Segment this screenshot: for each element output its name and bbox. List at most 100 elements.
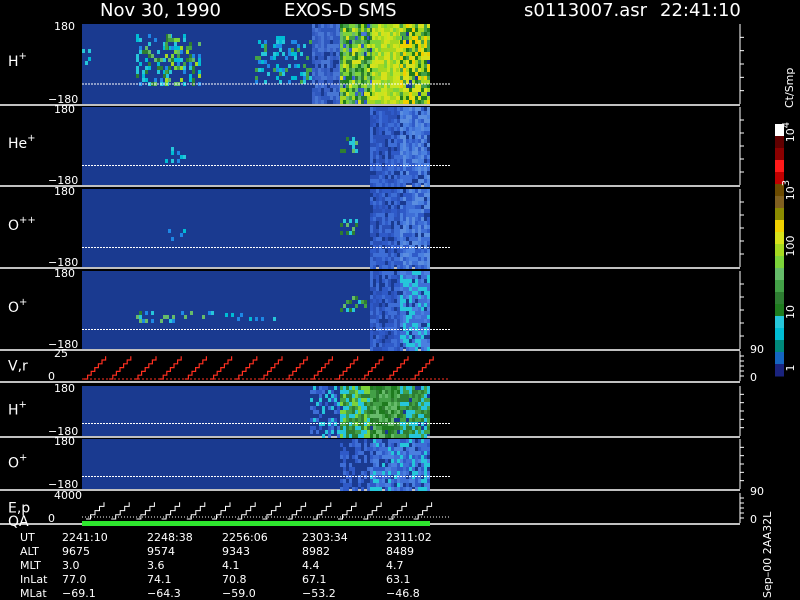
heatmap-cell: [403, 80, 406, 84]
heatmap-cell: [336, 36, 339, 40]
heatmap-cell: [346, 414, 349, 418]
heatmap-cell: [388, 217, 391, 221]
heatmap-cell: [403, 167, 406, 171]
colorbar-tick: 100: [784, 236, 797, 257]
heatmap-cell: [406, 225, 409, 229]
heatmap-cell: [318, 48, 321, 52]
heatmap-cell: [361, 479, 364, 483]
heatmap-cell: [367, 394, 370, 398]
heatmap-cell: [367, 32, 370, 36]
heatmap-cell: [340, 100, 343, 104]
heatmap-cell: [403, 339, 406, 343]
heatmap-cell: [343, 398, 346, 402]
heatmap-cell: [412, 479, 415, 483]
heatmap-cell: [421, 40, 424, 44]
colorbar-segment: [775, 244, 784, 257]
heatmap-cell: [415, 123, 418, 127]
heatmap-cell: [415, 430, 418, 434]
heatmap-cell: [387, 40, 390, 44]
heatmap-cell: [421, 64, 424, 68]
heatmap-cell: [303, 44, 306, 48]
heatmap-cell: [424, 303, 427, 307]
heatmap-cell: [403, 303, 406, 307]
heatmap-cell: [400, 175, 403, 179]
heatmap-cell: [400, 48, 403, 52]
heatmap-cell: [376, 171, 379, 175]
heatmap-cell: [379, 271, 382, 275]
heatmap-cell: [315, 68, 318, 72]
heatmap-cell: [330, 56, 333, 60]
heatmap-cell: [388, 189, 391, 193]
heatmap-cell: [421, 92, 424, 96]
heatmap-cell: [421, 390, 424, 394]
heatmap-cell: [370, 307, 373, 311]
heatmap-cell: [409, 265, 412, 269]
heatmap-cell: [312, 68, 315, 72]
footer-cell: 9343: [222, 545, 250, 558]
heatmap-cell: [412, 253, 415, 257]
heatmap-cell: [385, 253, 388, 257]
heatmap-cell: [184, 315, 187, 319]
heatmap-cell: [412, 197, 415, 201]
heatmap-cell: [172, 315, 175, 319]
heatmap-cell: [379, 430, 382, 434]
heatmap-cell: [409, 221, 412, 225]
heatmap-cell: [154, 58, 157, 62]
heatmap-cell: [372, 36, 375, 40]
heatmap-cell: [378, 80, 381, 84]
heatmap-cell: [358, 394, 361, 398]
heatmap-cell: [328, 406, 331, 410]
heatmap-cell: [409, 418, 412, 422]
heatmap-cell: [424, 123, 427, 127]
heatmap-cell: [382, 343, 385, 347]
heatmap-cell: [376, 287, 379, 291]
heatmap-cell: [406, 331, 409, 335]
heatmap-cell: [352, 84, 355, 88]
heatmap-cell: [165, 159, 168, 163]
heatmap-cell: [376, 439, 379, 443]
heatmap-cell: [157, 70, 160, 74]
heatmap-cell: [396, 28, 399, 32]
heatmap-cell: [390, 24, 393, 28]
heatmap-cell: [388, 414, 391, 418]
heatmap-cell: [343, 36, 346, 40]
heatmap-cell: [376, 115, 379, 119]
heatmap-cell: [388, 123, 391, 127]
heatmap-cell: [315, 44, 318, 48]
heatmap-cell: [336, 32, 339, 36]
heatmap-cell: [388, 303, 391, 307]
heatmap-cell: [376, 237, 379, 241]
heatmap-cell: [412, 339, 415, 343]
heatmap-cell: [346, 24, 349, 28]
heatmap-cell: [409, 463, 412, 467]
heatmap-cell: [343, 430, 346, 434]
heatmap-cell: [177, 54, 180, 58]
heatmap-cell: [349, 56, 352, 60]
heatmap-cell: [406, 394, 409, 398]
heatmap-cell: [388, 143, 391, 147]
heatmap-cell: [412, 217, 415, 221]
heatmap-cell: [412, 205, 415, 209]
heatmap-cell: [360, 88, 363, 92]
heatmap-cell: [409, 205, 412, 209]
heatmap-cell: [352, 40, 355, 44]
heatmap-cell: [391, 335, 394, 339]
heatmap-cell: [385, 311, 388, 315]
heatmap-cell: [324, 96, 327, 100]
heatmap-cell: [370, 487, 373, 491]
heatmap-cell: [273, 44, 276, 48]
heatmap-cell: [382, 443, 385, 447]
heatmap-cell: [400, 279, 403, 283]
heatmap-cell: [373, 479, 376, 483]
heatmap-cell: [421, 331, 424, 335]
heatmap-cell: [382, 107, 385, 111]
heatmap-cell: [376, 311, 379, 315]
heatmap-cell: [189, 54, 192, 58]
heatmap-cell: [391, 197, 394, 201]
heatmap-cell: [418, 48, 421, 52]
heatmap-cell: [421, 24, 424, 28]
heatmap-cell: [403, 143, 406, 147]
heatmap-cell: [349, 219, 352, 223]
heatmap-cell: [385, 233, 388, 237]
heatmap-cell: [349, 24, 352, 28]
